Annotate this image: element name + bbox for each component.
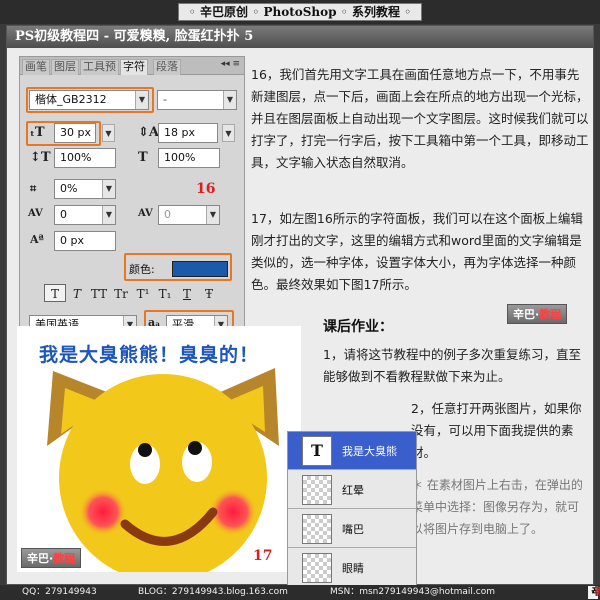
footer-bar: QQ：279149943 BLOG：279149943.blog.163.com…: [0, 585, 600, 600]
chevron-down-icon[interactable]: ▼: [206, 206, 219, 224]
layer-name: 我是大臭熊: [342, 445, 397, 458]
bear-illustration: 我是大臭熊熊！臭臭的！ 17 辛巴·教程: [17, 326, 301, 572]
subscript-button[interactable]: T₁: [154, 285, 176, 303]
font-size-icon: ₜT: [30, 125, 45, 140]
leading-input[interactable]: 18 px: [158, 123, 218, 143]
tab-paragraph[interactable]: 段落: [153, 59, 181, 75]
tab-tool-presets[interactable]: 工具预: [80, 59, 119, 75]
small-caps-button[interactable]: Tr: [110, 285, 132, 303]
tracking-icon: AV: [138, 208, 153, 219]
watermark-logo: 辛巴·教程: [21, 548, 82, 568]
bear-face-image: [47, 368, 279, 572]
footer-blog: BLOG：279149943.blog.163.com: [138, 587, 288, 597]
font-family-select[interactable]: 楷体_GB2312: [29, 90, 149, 110]
panel-menu-icon[interactable]: ◂◂ ≡: [221, 59, 240, 69]
tab-layers[interactable]: 图层: [51, 59, 79, 75]
layer-row-blush[interactable]: 红晕: [288, 471, 416, 509]
top-banner: ◦ 辛巴原创 ◦ PhotoShop ◦ 系列教程 ◦: [0, 0, 600, 24]
tsume-icon: ⌗: [30, 182, 37, 195]
faux-italic-button[interactable]: T: [66, 285, 88, 303]
underline-button[interactable]: T: [176, 285, 198, 303]
banner-title: ◦ 辛巴原创 ◦ PhotoShop ◦ 系列教程 ◦: [178, 3, 422, 21]
footer-brand: 辛巴·教程: [588, 586, 600, 599]
horizontal-scale-icon: T: [138, 150, 148, 165]
chevron-down-icon[interactable]: ▼: [102, 180, 115, 198]
chevron-down-icon[interactable]: ▼: [222, 124, 235, 142]
homework-title: 课后作业：: [323, 319, 393, 335]
footer-msn: MSN：msn279149943@hotmail.com: [330, 587, 496, 597]
layer-row-mouth[interactable]: 嘴巴: [288, 510, 416, 548]
baseline-shift-input[interactable]: 0 px: [54, 231, 116, 251]
chevron-down-icon[interactable]: ▼: [102, 124, 115, 142]
layer-row-text[interactable]: T 我是大臭熊: [288, 432, 416, 470]
color-label: 颜色:: [129, 263, 155, 276]
layer-name: 嘴巴: [342, 523, 364, 536]
layer-name: 眼睛: [342, 562, 364, 575]
homework-note: ＊ 在素材图片上右击，在弹出的菜单中选择：图像另存为，就可以将图片存到电脑上了。: [411, 478, 583, 536]
panel-tabs: 画笔 图层 工具预 字符 段落 ◂◂ ≡: [20, 57, 244, 75]
step-number-16: 16: [196, 181, 216, 197]
homework-item-1: 1，请将这节教程中的例子多次重复练习，直至能够做到不看教程默做下来为止。: [323, 347, 581, 384]
layers-panel: T 我是大臭熊 红晕 嘴巴 眼睛: [287, 431, 417, 586]
horizontal-scale-input[interactable]: 100%: [158, 148, 220, 168]
layer-thumbnail: [302, 514, 332, 544]
strikethrough-button[interactable]: Ŧ: [198, 285, 220, 303]
layer-row-eyes[interactable]: 眼睛: [288, 549, 416, 585]
footer-qq: QQ：279149943: [22, 587, 97, 597]
font-size-input[interactable]: 30 px: [54, 123, 96, 143]
chevron-down-icon[interactable]: ▼: [223, 91, 236, 109]
text-layer-icon: T: [302, 436, 332, 466]
superscript-button[interactable]: T¹: [132, 285, 154, 303]
chevron-down-icon[interactable]: ▼: [135, 91, 148, 109]
color-swatch[interactable]: [172, 261, 228, 277]
vertical-scale-input[interactable]: 100%: [54, 148, 116, 168]
all-caps-button[interactable]: TT: [88, 285, 110, 303]
chevron-down-icon[interactable]: ▼: [102, 206, 115, 224]
layer-thumbnail: [302, 475, 332, 505]
watermark-logo: 辛巴·教程: [507, 304, 568, 324]
text-style-buttons: T T TT Tr T¹ T₁ T Ŧ: [44, 284, 220, 303]
tutorial-frame: PS初级教程四 - 可爱糗糗, 脸蛋红扑扑 5 画笔 图层 工具预 字符 段落 …: [6, 25, 594, 586]
character-panel: 画笔 图层 工具预 字符 段落 ◂◂ ≡ 楷体_GB2312 ▼ - ▼ ₜT …: [19, 56, 245, 346]
instruction-17: 17，如左图16所示的字符面板，我们可以在这个面板上编辑刚才打出的文字，这里的编…: [251, 211, 583, 292]
tab-character[interactable]: 字符: [120, 59, 148, 75]
vertical-scale-icon: ↕T: [30, 150, 51, 165]
tab-brushes[interactable]: 画笔: [22, 59, 50, 75]
homework-item-2: 2，任意打开两张图片，如果你没有，可以用下面我提供的素材。: [411, 401, 582, 460]
leading-icon: ⇕A: [138, 125, 159, 140]
page-title: PS初级教程四 - 可爱糗糗, 脸蛋红扑扑 5: [7, 26, 593, 48]
instruction-16: 16，我们首先用文字工具在画面任意地方点一下，不用事先新建图层，点一下后，画面上…: [251, 67, 589, 170]
layer-thumbnail: [302, 553, 332, 583]
layer-name: 红晕: [342, 484, 364, 497]
step-number-17: 17: [253, 548, 273, 564]
kerning-icon: AV: [28, 208, 43, 219]
faux-bold-button[interactable]: T: [44, 284, 66, 302]
baseline-shift-icon: Aª: [30, 233, 44, 246]
